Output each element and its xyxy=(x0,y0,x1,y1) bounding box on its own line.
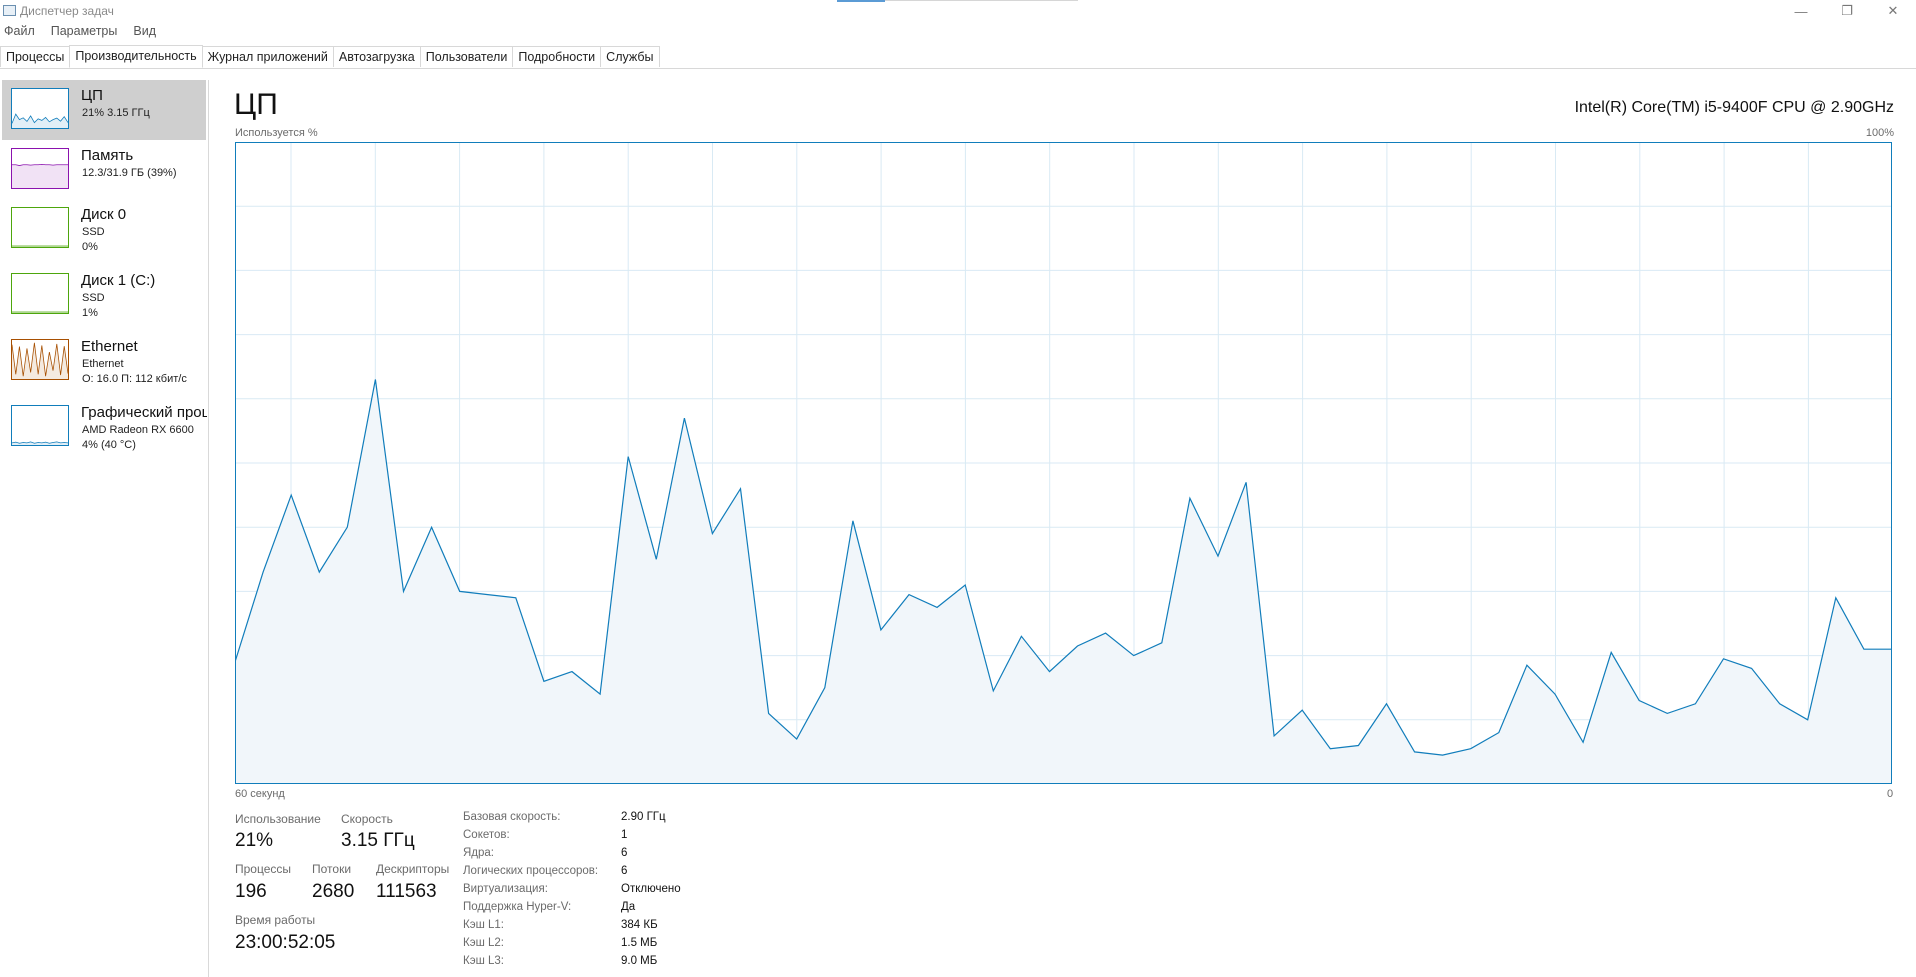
y-max-label: 100% xyxy=(1865,127,1894,139)
close-button[interactable]: ✕ xyxy=(1870,0,1916,22)
minimize-button[interactable]: — xyxy=(1778,0,1824,22)
info-label: Ядра: xyxy=(463,847,495,859)
cpu-usage-chart xyxy=(235,142,1892,784)
sidebar-item-title: Ethernet xyxy=(81,338,138,355)
sidebar-item-type: SSD xyxy=(82,226,105,238)
processes-label: Процессы xyxy=(235,862,292,876)
sparkline-area xyxy=(12,114,68,128)
title-focus-indicator xyxy=(837,0,885,2)
restore-button[interactable]: ❐ xyxy=(1824,0,1870,22)
sidebar-item-disk0[interactable]: Диск 0 SSD 0% xyxy=(2,206,206,266)
resource-sidebar: ЦП 21% 3.15 ГГц Память 12.3/31.9 ГБ (39%… xyxy=(0,80,209,977)
sidebar-item-title: Диск 0 xyxy=(81,206,127,223)
threads-label: Потоки xyxy=(312,862,352,876)
speed-value: 3.15 ГГц xyxy=(341,830,415,851)
tab-startup[interactable]: Автозагрузка xyxy=(332,46,421,67)
tab-app-history[interactable]: Журнал приложений xyxy=(201,46,334,67)
sidebar-item-detail: 12.3/31.9 ГБ (39%) xyxy=(82,167,177,179)
sidebar-item-memory[interactable]: Память 12.3/31.9 ГБ (39%) xyxy=(2,140,206,200)
speed-label: Скорость xyxy=(341,812,393,826)
sidebar-item-title: Графический процессор xyxy=(81,404,207,421)
gpu-sparkline xyxy=(11,405,69,446)
info-label: Кэш L2: xyxy=(463,937,504,949)
sidebar-item-disk1[interactable]: Диск 1 (C:) SSD 1% xyxy=(2,272,206,332)
uptime-label: Время работы xyxy=(235,913,316,927)
sidebar-item-title: Память xyxy=(81,147,134,164)
info-label: Кэш L3: xyxy=(463,955,504,967)
x-right-label: 0 xyxy=(1887,788,1894,800)
sidebar-item-type: SSD xyxy=(82,292,105,304)
threads-value: 2680 xyxy=(312,881,355,902)
page-title: ЦП xyxy=(234,88,278,121)
handles-label: Дескрипторы xyxy=(376,862,450,876)
info-value: 1 xyxy=(621,829,628,841)
info-value: 9.0 МБ xyxy=(621,955,658,967)
window-title: Диспетчер задач xyxy=(20,4,114,18)
info-label: Логических процессоров: xyxy=(463,865,599,877)
info-value: Да xyxy=(621,901,636,913)
info-value: 2.90 ГГц xyxy=(621,811,666,823)
sidebar-item-title: ЦП xyxy=(81,87,103,104)
y-axis-label: Используется % xyxy=(235,127,318,139)
info-label: Поддержка Hyper-V: xyxy=(463,901,572,913)
sidebar-item-detail: 1% xyxy=(82,307,98,319)
info-value: 1.5 МБ xyxy=(621,937,658,949)
tab-processes[interactable]: Процессы xyxy=(0,46,71,67)
title-divider xyxy=(885,0,1078,1)
task-manager-icon xyxy=(3,5,16,16)
sidebar-item-detail: 4% (40 °C) xyxy=(82,439,136,451)
sparkline-area xyxy=(12,164,68,188)
disk1-sparkline xyxy=(11,273,69,314)
uptime-value: 23:00:52:05 xyxy=(235,932,336,953)
info-value: 6 xyxy=(621,847,628,859)
tab-details[interactable]: Подробности xyxy=(512,46,602,67)
sidebar-item-detail: О: 16.0 П: 112 кбит/с xyxy=(82,373,187,385)
menu-options[interactable]: Параметры xyxy=(51,24,118,42)
menu-file[interactable]: Файл xyxy=(4,24,35,42)
sidebar-item-detail: 21% 3.15 ГГц xyxy=(82,107,150,119)
tab-services[interactable]: Службы xyxy=(600,46,660,67)
usage-label: Использование xyxy=(235,812,321,826)
sidebar-item-detail: 0% xyxy=(82,241,98,253)
sidebar-item-title: Диск 1 (C:) xyxy=(81,272,156,289)
disk0-sparkline xyxy=(11,207,69,248)
info-value: Отключено xyxy=(621,883,681,895)
info-label: Кэш L1: xyxy=(463,919,504,931)
processes-value: 196 xyxy=(235,881,267,902)
cpu-usage-area xyxy=(235,379,1892,784)
sidebar-item-gpu[interactable]: Графический процессор AMD Radeon RX 6600… xyxy=(2,404,207,464)
info-label: Базовая скорость: xyxy=(463,811,561,823)
handles-value: 111563 xyxy=(376,881,437,902)
cpu-model-name: Intel(R) Core(TM) i5-9400F CPU @ 2.90GHz xyxy=(1574,99,1894,116)
title-bar: Диспетчер задач — ❐ ✕ xyxy=(0,0,1916,22)
sidebar-item-ethernet[interactable]: Ethernet Ethernet О: 16.0 П: 112 кбит/с xyxy=(2,338,206,398)
x-left-label: 60 секунд xyxy=(235,788,285,800)
sidebar-item-type: Ethernet xyxy=(82,358,124,370)
tab-strip: Процессы Производительность Журнал прило… xyxy=(0,45,1916,69)
menu-bar: Файл Параметры Вид xyxy=(0,24,168,42)
usage-value: 21% xyxy=(235,830,274,851)
sidebar-item-cpu[interactable]: ЦП 21% 3.15 ГГц xyxy=(2,80,206,140)
tab-performance[interactable]: Производительность xyxy=(69,45,203,68)
info-value: 384 КБ xyxy=(621,919,658,931)
ethernet-sparkline xyxy=(11,339,69,380)
info-value: 6 xyxy=(621,865,628,877)
tab-users[interactable]: Пользователи xyxy=(419,46,514,67)
cpu-sparkline xyxy=(11,88,69,129)
memory-sparkline xyxy=(11,148,69,189)
sidebar-item-type: AMD Radeon RX 6600 xyxy=(82,424,194,436)
menu-view[interactable]: Вид xyxy=(133,24,156,42)
info-label: Сокетов: xyxy=(463,829,510,841)
info-label: Виртуализация: xyxy=(463,883,548,895)
